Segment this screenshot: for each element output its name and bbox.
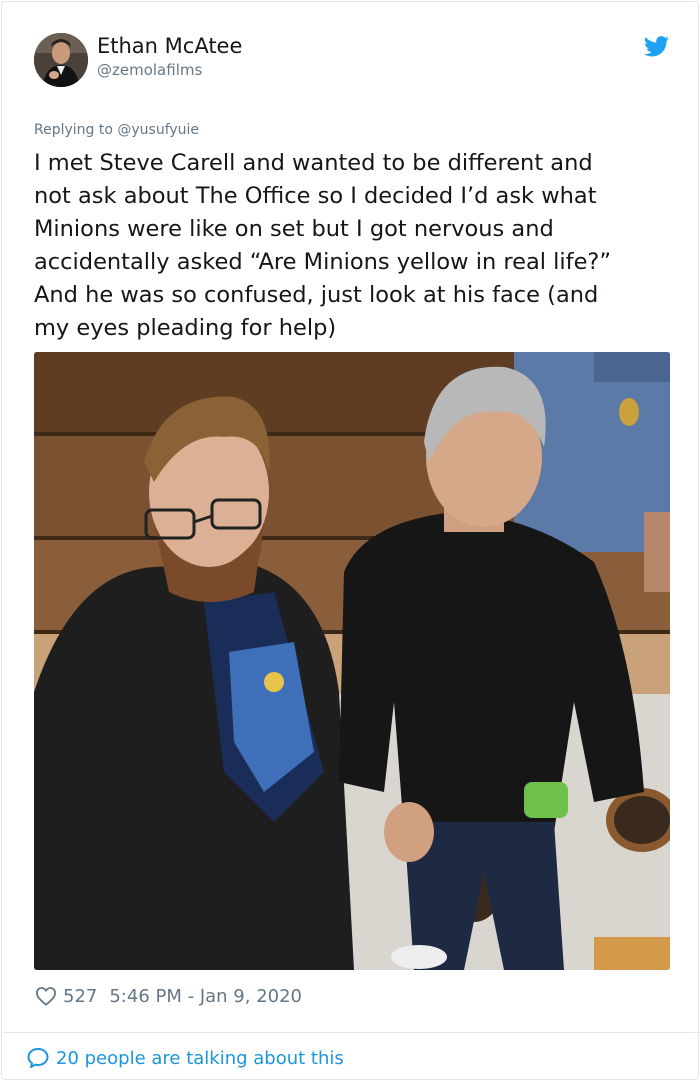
user-handle[interactable]: @zemolafilms xyxy=(97,61,202,79)
conversation-link[interactable]: 20 people are talking about this xyxy=(26,1045,344,1071)
heart-icon[interactable] xyxy=(35,986,57,1006)
twitter-bird-icon[interactable] xyxy=(644,36,669,57)
tweet-photo[interactable] xyxy=(34,352,670,970)
avatar[interactable] xyxy=(34,33,88,87)
tweet-text: I met Steve Carell and wanted to be diff… xyxy=(34,150,612,341)
tweet-meta: 527 5:46 PM - Jan 9, 2020 xyxy=(35,984,302,1008)
timestamp[interactable]: 5:46 PM - Jan 9, 2020 xyxy=(109,986,302,1007)
avatar-image xyxy=(34,33,88,87)
speech-bubble-icon xyxy=(27,1048,49,1068)
display-name[interactable]: Ethan McAtee xyxy=(97,34,242,58)
photo-illustration xyxy=(34,352,670,970)
divider xyxy=(3,1032,700,1033)
like-count[interactable]: 527 xyxy=(63,986,97,1007)
replying-to[interactable]: Replying to @yusufyuie xyxy=(34,122,199,138)
tweet-card: Ethan McAtee @zemolafilms Replying to @y… xyxy=(1,1,700,1080)
conversation-text[interactable]: 20 people are talking about this xyxy=(56,1048,344,1069)
